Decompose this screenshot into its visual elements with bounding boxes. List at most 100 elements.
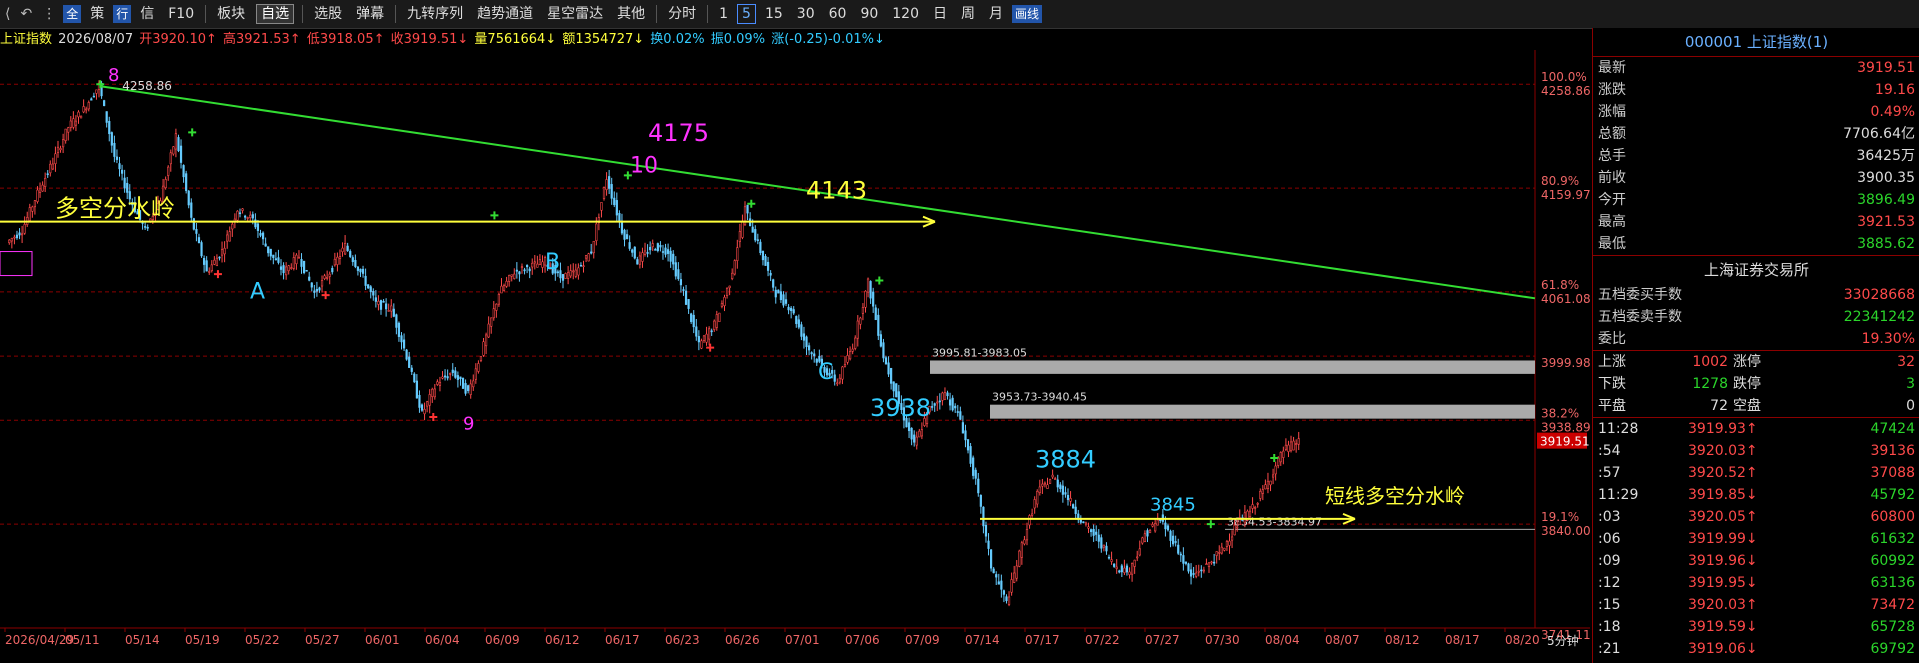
toolbar-item-0[interactable]: 全 bbox=[63, 5, 82, 23]
candle-body bbox=[892, 381, 895, 392]
toolbar-item-24[interactable]: 画线 bbox=[1012, 5, 1043, 23]
toolbar-item-10[interactable]: 趋势通道 bbox=[470, 0, 540, 28]
candle-body bbox=[1087, 526, 1090, 529]
toolbar-item-16[interactable]: 15 bbox=[758, 0, 790, 28]
more-icon[interactable]: ⋮ bbox=[37, 0, 61, 28]
tick-row: :12 3919.95↓ 63136 bbox=[1593, 572, 1919, 594]
tick-time: :54 bbox=[1598, 443, 1621, 459]
candle-body bbox=[1128, 571, 1131, 575]
toolbar-item-15[interactable]: 5 bbox=[737, 4, 756, 24]
candle-body bbox=[1002, 590, 1006, 595]
toolbar-item-19[interactable]: 90 bbox=[853, 0, 885, 28]
top-toolbar: ⟨ ↶ ⋮ 全策行信 F10 板块 自选 选股 弹幕 九转序列 趋势通道 星空雷达 其他 分时 1 5 15 30… bbox=[0, 0, 1919, 29]
candle-body bbox=[1120, 565, 1123, 573]
amount-value: 额1354727↓ bbox=[562, 32, 645, 47]
candle-body bbox=[751, 226, 754, 233]
candle-body bbox=[264, 243, 267, 247]
candle-body bbox=[536, 263, 539, 268]
candle-body bbox=[1169, 530, 1172, 541]
toolbar-item-3[interactable]: 信 bbox=[133, 0, 161, 28]
candle-body bbox=[1289, 441, 1293, 452]
candle-body bbox=[1074, 506, 1077, 514]
candle-body bbox=[1048, 479, 1052, 484]
candle-body bbox=[1089, 529, 1093, 533]
candle-body bbox=[449, 372, 452, 375]
breadth-value: 32 bbox=[1897, 354, 1915, 370]
toolbar-item-18[interactable]: 60 bbox=[822, 0, 854, 28]
tick-row: 11:29 3919.85↓ 45792 bbox=[1593, 484, 1919, 506]
candle-body bbox=[185, 173, 188, 191]
toolbar-item-7[interactable]: 选股 bbox=[307, 0, 349, 28]
toolbar-item-2[interactable]: 行 bbox=[113, 5, 132, 23]
candle-body bbox=[646, 252, 649, 254]
candle-body bbox=[666, 249, 670, 254]
candle-body bbox=[664, 247, 667, 255]
toolbar-item-23[interactable]: 月 bbox=[982, 0, 1010, 28]
toolbar-item-17[interactable]: 30 bbox=[790, 0, 822, 28]
candle-body bbox=[1297, 438, 1300, 445]
chart-annotation: 3938 bbox=[870, 394, 931, 422]
toolbar-item-14[interactable]: 1 bbox=[712, 0, 735, 28]
candle-body bbox=[854, 337, 857, 349]
toolbar-item-5[interactable]: 板块 bbox=[210, 0, 252, 28]
candle-body bbox=[1069, 498, 1072, 502]
candle-body bbox=[1082, 521, 1085, 524]
toolbar-item-11[interactable]: 星空雷达 bbox=[540, 0, 610, 28]
stat-value: 3885.62 bbox=[1857, 236, 1915, 252]
candle-body bbox=[910, 427, 913, 440]
candle-body bbox=[1043, 482, 1047, 485]
toolbar-item-1[interactable]: 策 bbox=[83, 0, 111, 28]
candle-body bbox=[364, 275, 367, 286]
candle-body bbox=[295, 254, 298, 265]
toolbar-item-22[interactable]: 周 bbox=[954, 0, 982, 28]
tick-volume: 60992 bbox=[1870, 553, 1915, 569]
candle-body bbox=[223, 247, 226, 255]
candle-body bbox=[328, 273, 331, 277]
candle-body bbox=[679, 279, 683, 286]
toolbar-item-6[interactable]: 自选 bbox=[256, 4, 295, 24]
toolbar-item-4[interactable]: F10 bbox=[161, 0, 201, 28]
candle-body bbox=[797, 319, 800, 328]
candle-body bbox=[1292, 440, 1295, 451]
candle-body bbox=[285, 266, 288, 276]
candle-body bbox=[1233, 524, 1236, 536]
tick-price: 3919.93↑ bbox=[1688, 421, 1758, 437]
toolbar-item-12[interactable]: 其他 bbox=[610, 0, 652, 28]
candle-body bbox=[907, 422, 911, 432]
price-level-value: 4258.86 bbox=[1541, 84, 1590, 98]
tick-price: 3920.52↑ bbox=[1688, 465, 1758, 481]
tick-list[interactable]: 11:28 3919.93↑ 47424:54 3920.03↑ 39136:57 392… bbox=[1593, 417, 1919, 660]
chart-annotation: 4175 bbox=[648, 119, 709, 147]
price-level-pct: 80.9% bbox=[1541, 174, 1579, 188]
undo-icon[interactable]: ↶ bbox=[15, 0, 37, 28]
candlestick-chart[interactable]: 100.0%4258.8680.9%4159.9761.8%4061.08399… bbox=[0, 50, 1590, 663]
candle-body bbox=[656, 243, 659, 251]
toolbar-item-9[interactable]: 九转序列 bbox=[400, 0, 470, 28]
toolbar-divider bbox=[302, 5, 304, 23]
candle-body bbox=[997, 581, 1000, 585]
candle-body bbox=[605, 179, 608, 190]
toolbar-item-13[interactable]: 分时 bbox=[661, 0, 703, 28]
candle-body bbox=[169, 152, 172, 165]
candle-body bbox=[948, 399, 952, 406]
candle-body bbox=[251, 214, 254, 219]
candle-body bbox=[723, 296, 726, 307]
candle-body bbox=[692, 314, 695, 328]
breadth-value: 1278 bbox=[1692, 376, 1728, 392]
back-icon[interactable]: ⟨ bbox=[0, 0, 15, 28]
time-tick-label: 05/11 bbox=[65, 633, 100, 647]
candle-body bbox=[1005, 596, 1008, 601]
stat-value: 19.16 bbox=[1874, 82, 1915, 98]
order-value: 22341242 bbox=[1843, 309, 1915, 325]
tick-price: 3919.96↓ bbox=[1688, 553, 1758, 569]
candle-body bbox=[197, 237, 201, 244]
candle-body bbox=[508, 275, 511, 282]
candle-body bbox=[379, 300, 383, 310]
candle-body bbox=[1182, 555, 1185, 564]
candle-body bbox=[623, 229, 626, 240]
toolbar-item-21[interactable]: 日 bbox=[926, 0, 954, 28]
candle-body bbox=[1023, 539, 1026, 545]
toolbar-item-20[interactable]: 120 bbox=[885, 0, 926, 28]
candle-body bbox=[851, 348, 854, 352]
toolbar-item-8[interactable]: 弹幕 bbox=[349, 0, 391, 28]
